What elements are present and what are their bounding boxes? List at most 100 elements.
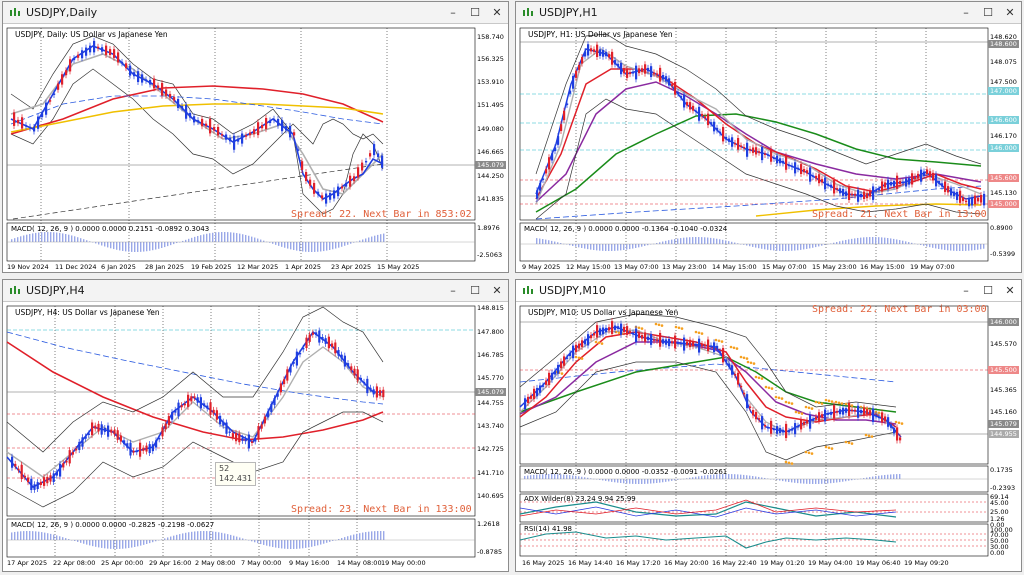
candle-body	[800, 419, 803, 430]
price-level: 146.600	[988, 116, 1019, 124]
sar-dot	[746, 360, 750, 364]
candle-body	[740, 385, 743, 388]
candle-body	[818, 412, 821, 422]
histogram-bar	[758, 244, 760, 249]
histogram-bar	[524, 476, 526, 479]
candle-body	[265, 118, 268, 130]
histogram-bar	[902, 240, 904, 244]
titlebar-daily[interactable]: USDJPY,Daily – ☐ ✕	[3, 2, 508, 24]
histogram-bar	[638, 479, 640, 484]
histogram-bar	[149, 242, 151, 251]
candle-body	[902, 181, 905, 184]
candle-body	[121, 61, 124, 64]
histogram-bar	[287, 242, 289, 249]
histogram-bar	[116, 242, 118, 250]
minimize-button[interactable]: –	[442, 3, 464, 23]
titlebar-m10[interactable]: USDJPY,M10 – ☐ ✕	[516, 280, 1021, 302]
candle-body	[635, 328, 638, 343]
candle-body	[49, 100, 52, 102]
histogram-bar	[215, 531, 217, 540]
minimize-button[interactable]: –	[442, 281, 464, 301]
candle-body	[812, 175, 815, 177]
histogram-bar	[584, 477, 586, 479]
chart-canvas-m10[interactable]: USDJPY, M10: US Dollar vs Japanese Yen S…	[516, 302, 1021, 571]
histogram-bar	[926, 244, 928, 247]
maximize-button[interactable]: ☐	[977, 281, 999, 301]
histogram-bar	[230, 232, 232, 242]
macd-scale: 0.1735	[990, 466, 1013, 474]
macd-scale: 1.2618	[477, 520, 500, 528]
histogram-bar	[284, 540, 286, 549]
candle-body	[185, 104, 188, 119]
candle-body	[65, 460, 68, 463]
minimize-button[interactable]: –	[955, 281, 977, 301]
close-button[interactable]: ✕	[486, 281, 508, 301]
histogram-bar	[179, 534, 181, 540]
histogram-bar	[35, 232, 37, 242]
adx-label: ADX Wilder(8) 23.24 9.94 25.99	[524, 495, 636, 503]
close-button[interactable]: ✕	[486, 3, 508, 23]
histogram-bar	[326, 242, 328, 251]
candle-body	[545, 380, 548, 385]
maximize-button[interactable]: ☐	[464, 3, 486, 23]
candle-body	[49, 475, 52, 482]
minimize-button[interactable]: –	[955, 3, 977, 23]
candle-body	[382, 389, 385, 398]
close-button[interactable]: ✕	[999, 3, 1021, 23]
candle-body	[193, 116, 196, 123]
histogram-bar	[254, 237, 256, 242]
candle-body	[809, 414, 812, 429]
histogram-bar	[161, 242, 163, 248]
histogram-bar	[623, 479, 625, 484]
candle-body	[165, 89, 168, 96]
date-tick: 28 Jan 2025	[145, 263, 184, 271]
chart-window-daily[interactable]: USDJPY,Daily – ☐ ✕ USDJPY, Daily: US Dol…	[2, 1, 509, 273]
chart-canvas-h4[interactable]: USDJPY, H4: US Dollar vs Japanese Yen Sp…	[3, 302, 508, 571]
candle-body	[89, 45, 92, 53]
chart-window-h4[interactable]: USDJPY,H4 – ☐ ✕ USDJPY, H4: US Dollar vs…	[2, 279, 509, 572]
macd-label: MACD( 12, 26, 9 ) 0.0000 0.0000 -0.0352 …	[524, 468, 728, 476]
titlebar-h1[interactable]: USDJPY,H1 – ☐ ✕	[516, 2, 1021, 24]
candle-body	[647, 67, 650, 72]
chart-window-m10[interactable]: USDJPY,M10 – ☐ ✕ USDJPY, M10: US Dollar …	[515, 279, 1022, 572]
candle-body	[213, 127, 216, 131]
histogram-bar	[620, 244, 622, 251]
histogram-bar	[38, 531, 40, 540]
histogram-bar	[134, 540, 136, 547]
candle-body	[644, 332, 647, 342]
histogram-bar	[257, 238, 259, 242]
histogram-bar	[977, 244, 979, 250]
histogram-bar	[314, 242, 316, 252]
histogram-bar	[305, 540, 307, 548]
histogram-bar	[740, 474, 742, 479]
chart-window-h1[interactable]: USDJPY,H1 – ☐ ✕ USDJPY, H1: US Dollar vs…	[515, 1, 1022, 273]
histogram-bar	[146, 540, 148, 545]
histogram-bar	[158, 242, 160, 249]
histogram-bar	[803, 244, 805, 250]
histogram-bar	[947, 244, 949, 251]
histogram-bar	[800, 244, 802, 250]
candle-body	[536, 190, 539, 199]
candle-body	[896, 175, 899, 189]
candle-body	[839, 409, 842, 415]
histogram-bar	[41, 532, 43, 540]
titlebar-h4[interactable]: USDJPY,H4 – ☐ ✕	[3, 280, 508, 302]
candle-body	[893, 427, 896, 434]
candle-body	[839, 188, 842, 194]
candle-body	[764, 153, 767, 155]
histogram-bar	[752, 476, 754, 479]
close-button[interactable]: ✕	[999, 281, 1021, 301]
chart-canvas-daily[interactable]: USDJPY, Daily: US Dollar vs Japanese Yen…	[3, 24, 508, 272]
maximize-button[interactable]: ☐	[977, 3, 999, 23]
candle-body	[821, 414, 824, 418]
candle-body	[872, 408, 875, 422]
chart-canvas-h1[interactable]: USDJPY, H1: US Dollar vs Japanese Yen Sp…	[516, 24, 1021, 272]
histogram-bar	[590, 244, 592, 250]
sar-dot	[640, 327, 644, 330]
candle-body	[17, 468, 20, 471]
candle-body	[779, 428, 782, 434]
maximize-button[interactable]: ☐	[464, 281, 486, 301]
histogram-bar	[572, 244, 574, 246]
date-tick: 12 May 15:00	[566, 263, 611, 271]
candle-body	[39, 481, 42, 485]
